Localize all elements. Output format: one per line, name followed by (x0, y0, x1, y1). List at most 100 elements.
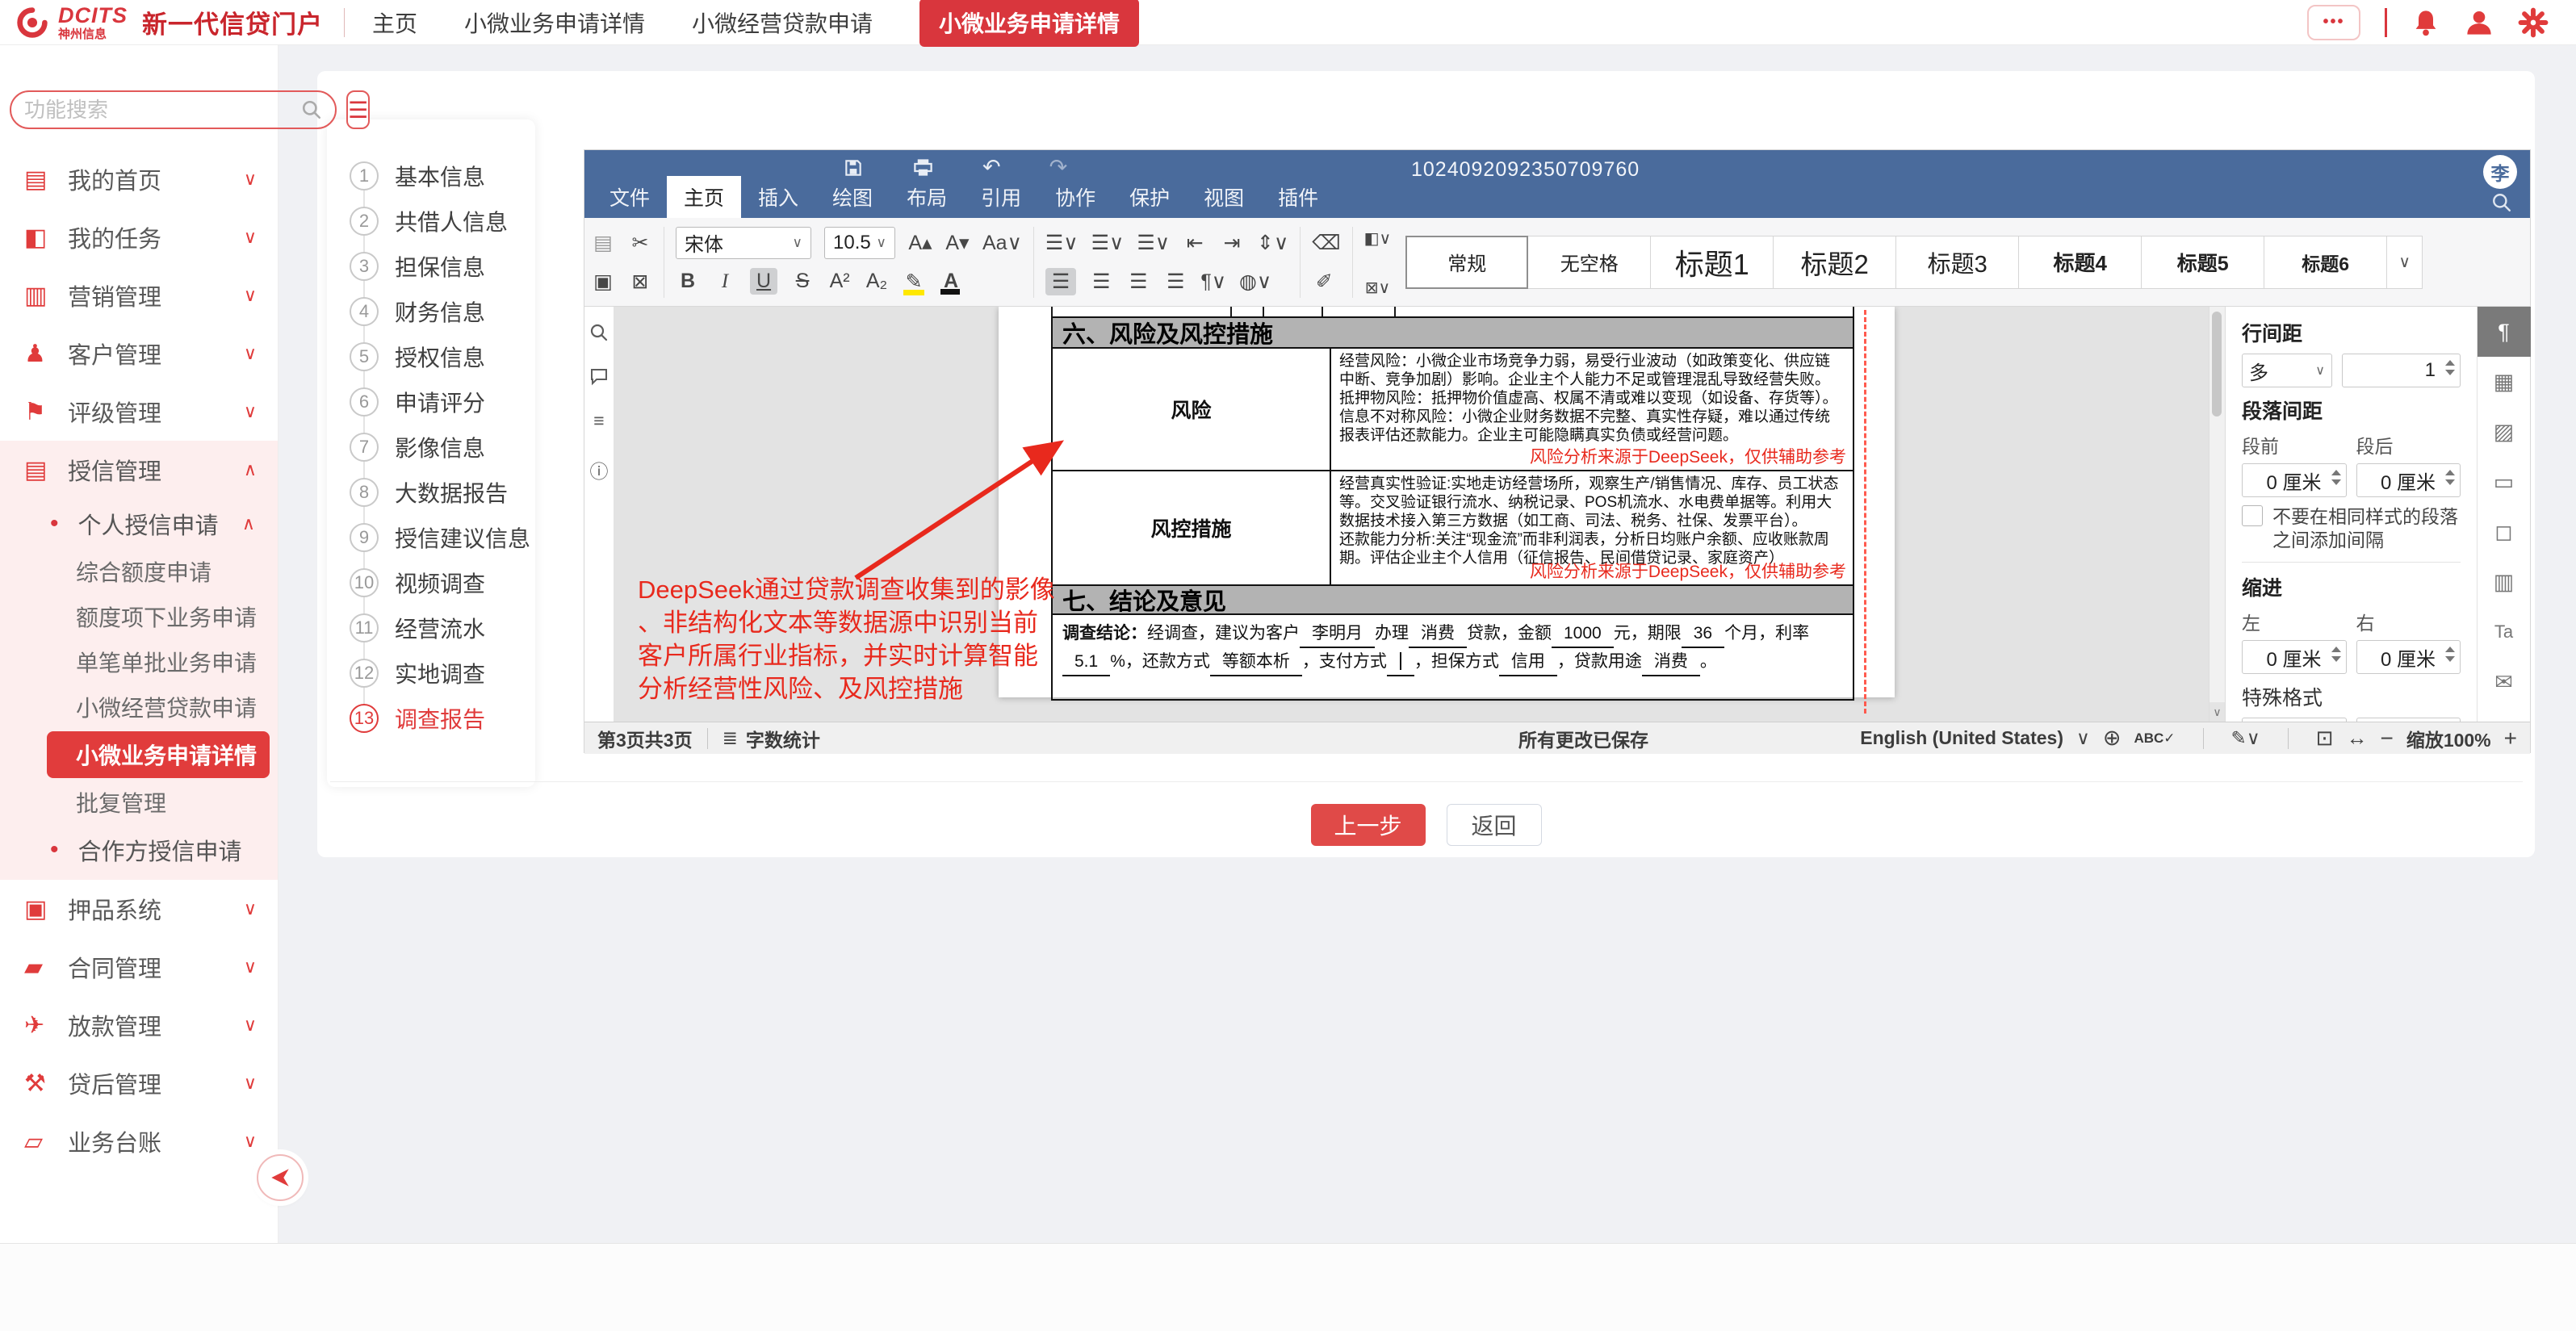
image-panel-icon[interactable]: ▨ (2478, 407, 2531, 457)
shading-fill-button[interactable]: ◍∨ (1239, 270, 1271, 294)
paste-icon[interactable]: ▣ (591, 270, 615, 294)
line-spacing-button[interactable]: ⇕∨ (1257, 231, 1288, 255)
format-painter-icon[interactable]: ✐ (1312, 270, 1336, 294)
sidebar-subitem[interactable]: 额度项下业务申请 (0, 594, 278, 639)
zoom-in-button[interactable]: + (2504, 726, 2517, 751)
notification-bell-icon[interactable] (2411, 8, 2440, 37)
scrollbar-down-arrow[interactable]: ∨ (2209, 702, 2225, 722)
style-chip-heading2[interactable]: 标题2 (1774, 236, 1896, 289)
editor-menu-tab[interactable]: 插件 (1261, 176, 1335, 218)
style-chip-no-space[interactable]: 无空格 (1528, 236, 1651, 289)
step-item[interactable]: 13 调查报告 (327, 696, 535, 741)
sidebar-collapse-button[interactable] (257, 1154, 304, 1201)
line-spacing-value-stepper[interactable]: 1 (2342, 354, 2461, 387)
sidebar-item[interactable]: ♟ 客户管理 ∨ (0, 324, 278, 383)
step-item[interactable]: 9 授信建议信息 (327, 515, 535, 560)
sidebar-item[interactable]: ⚑ 评级管理 ∨ (0, 383, 278, 441)
form-blank[interactable]: 消费 (1642, 648, 1700, 676)
sidebar-item[interactable]: ▥ 营销管理 ∨ (0, 266, 278, 324)
sidebar-item-credit-management[interactable]: ▤ 授信管理 ∧ (0, 441, 278, 499)
text-art-panel-icon[interactable]: Ta (2478, 607, 2531, 657)
menu-filter-button[interactable]: ☰ (346, 90, 370, 129)
sidebar-subitem[interactable]: 单笔单批业务申请 (0, 639, 278, 684)
stepper-arrows-icon[interactable] (2445, 647, 2455, 662)
editor-menu-tab[interactable]: 引用 (964, 176, 1038, 218)
text-frame-icon[interactable]: ⊠∨ (1364, 278, 1392, 298)
shape-panel-icon[interactable]: ◻ (2478, 507, 2531, 557)
sidebar-item[interactable]: ✈ 放款管理 ∨ (0, 996, 278, 1054)
copy-icon[interactable]: ▤ (591, 231, 615, 255)
sidebar-item[interactable]: ▰ 合同管理 ∨ (0, 938, 278, 996)
step-item[interactable]: 6 申请评分 (327, 379, 535, 425)
nav-tab[interactable]: 小微业务申请详情 (919, 0, 1139, 47)
step-item[interactable]: 1 基本信息 (327, 153, 535, 199)
indent-right-stepper[interactable]: 0 厘米 (2356, 640, 2461, 674)
step-item[interactable]: 4 财务信息 (327, 289, 535, 334)
editor-search-icon[interactable] (2491, 192, 2512, 213)
user-profile-icon[interactable] (2465, 8, 2494, 37)
mail-merge-panel-icon[interactable]: ✉ (2478, 657, 2531, 707)
stepper-arrows-icon[interactable] (2331, 470, 2341, 485)
settings-gear-icon[interactable] (2518, 7, 2549, 38)
bold-button[interactable]: B (676, 270, 700, 293)
document-canvas[interactable]: 六、风险及风控措施 风险 经营风险：小微企业市场竞争力弱，易受行业波动（如政策变… (614, 307, 2209, 722)
step-item[interactable]: 2 共借人信息 (327, 199, 535, 244)
bullet-list-button[interactable]: ☰∨ (1045, 231, 1079, 255)
superscript-button[interactable]: A² (827, 270, 852, 293)
stepper-arrows-icon[interactable] (2331, 647, 2341, 662)
chart-panel-icon[interactable]: ▥ (2478, 557, 2531, 607)
align-right-button[interactable]: ☰ (1126, 270, 1150, 294)
user-avatar[interactable]: 李 (2483, 155, 2517, 189)
previous-step-button[interactable]: 上一步 (1311, 804, 1426, 846)
italic-button[interactable]: I (713, 270, 737, 293)
sidebar-item[interactable]: ▤ 我的首页 ∨ (0, 150, 278, 208)
subscript-button[interactable]: A₂ (865, 270, 889, 293)
sidebar-subitem[interactable]: 小微业务申请详情 (47, 731, 270, 778)
font-color-button[interactable]: A (939, 270, 963, 293)
sidebar-item[interactable]: ⚒ 贷后管理 ∨ (0, 1054, 278, 1112)
find-icon[interactable] (589, 323, 609, 342)
step-item[interactable]: 3 担保信息 (327, 244, 535, 289)
style-shading-icon[interactable]: ◧∨ (1364, 228, 1392, 249)
print-icon[interactable] (912, 157, 934, 178)
nav-tab[interactable]: 小微业务申请详情 (464, 6, 645, 39)
chevron-down-icon[interactable]: ∨ (2076, 727, 2090, 749)
editor-menu-tab[interactable]: 文件 (593, 176, 667, 218)
highlight-color-button[interactable]: ✎ (902, 270, 926, 294)
stepper-arrows-icon[interactable] (2445, 470, 2455, 485)
style-chip-normal[interactable]: 常规 (1405, 236, 1528, 289)
more-actions-button[interactable]: ••• (2307, 5, 2360, 40)
spellcheck-icon[interactable]: ABC✓ (2134, 730, 2175, 747)
table-panel-icon[interactable]: ▦ (2478, 357, 2531, 407)
step-item[interactable]: 11 经营流水 (327, 605, 535, 651)
paragraph-marks-button[interactable]: ¶∨ (1200, 270, 1226, 294)
form-blank[interactable]: 5.1 (1062, 648, 1110, 676)
cut-icon[interactable]: ✂ (628, 231, 652, 255)
line-spacing-type-select[interactable]: 多∨ (2242, 354, 2332, 387)
paragraph-panel-icon[interactable]: ¶ (2478, 307, 2531, 357)
underline-button[interactable]: U (750, 268, 777, 295)
editor-menu-tab[interactable]: 绘图 (815, 176, 890, 218)
style-chip-heading4[interactable]: 标题4 (2019, 236, 2142, 289)
spacing-after-stepper[interactable]: 0 厘米 (2356, 463, 2461, 497)
comment-icon[interactable] (589, 366, 609, 386)
nav-tab[interactable]: 主页 (372, 6, 417, 39)
header-footer-panel-icon[interactable]: ▭ (2478, 457, 2531, 507)
form-blank[interactable] (1387, 648, 1414, 676)
sidebar-item-partner-credit[interactable]: • 合作方授信申请 (0, 825, 278, 875)
form-blank[interactable]: 等额本析 (1210, 648, 1302, 676)
editor-menu-tab[interactable]: 插入 (741, 176, 815, 218)
stepper-arrows-icon[interactable] (2445, 360, 2455, 375)
track-changes-icon[interactable]: ✎∨ (2231, 727, 2260, 749)
sidebar-subitem[interactable]: 小微经营贷款申请 (0, 684, 278, 730)
change-case-button[interactable]: Aa∨ (982, 231, 1022, 255)
form-blank[interactable]: 1000 (1552, 620, 1614, 648)
form-blank[interactable]: 36 (1682, 620, 1724, 648)
outline-icon[interactable]: ≡ (593, 410, 604, 432)
style-chip-heading6[interactable]: 标题6 (2264, 236, 2387, 289)
shrink-font-button[interactable]: A▾ (945, 231, 970, 255)
form-blank[interactable]: 李明月 (1300, 620, 1375, 648)
globe-icon[interactable]: ⊕ (2103, 726, 2122, 751)
style-chip-heading5[interactable]: 标题5 (2142, 236, 2264, 289)
style-chip-heading3[interactable]: 标题3 (1896, 236, 2019, 289)
